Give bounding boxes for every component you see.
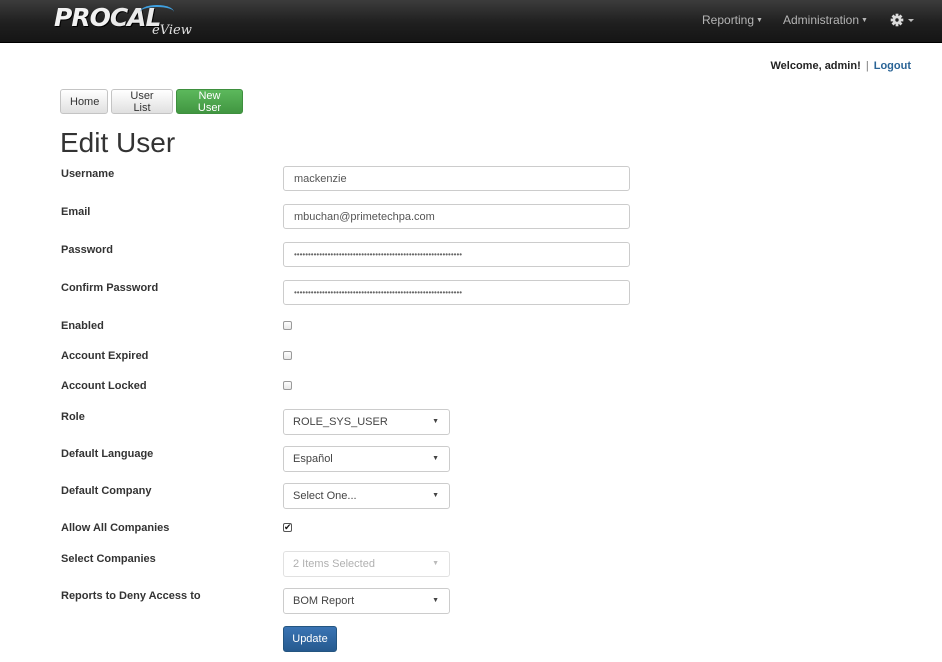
user-list-button[interactable]: User List <box>111 89 173 114</box>
email-label: Email <box>61 206 91 218</box>
nav-reporting-menu[interactable]: Reporting ▼ <box>702 13 763 27</box>
caret-down-icon: ▼ <box>861 17 868 24</box>
home-button[interactable]: Home <box>60 89 108 114</box>
gear-icon <box>890 13 914 27</box>
password-field[interactable] <box>283 242 630 267</box>
username-label: Username <box>61 168 115 180</box>
default-language-select-value: Español <box>293 453 333 465</box>
welcome-text: Welcome, admin! <box>770 60 861 72</box>
role-select[interactable]: ROLE_SYS_USER ▼ <box>283 409 450 435</box>
confirm-password-field[interactable] <box>283 280 630 305</box>
role-label: Role <box>61 411 85 423</box>
allow-all-companies-checkbox[interactable]: ✔ <box>283 522 292 532</box>
caret-down-icon: ▼ <box>432 418 439 425</box>
reports-deny-label: Reports to Deny Access to <box>61 590 201 602</box>
new-user-button[interactable]: New User <box>176 89 243 114</box>
nav-administration-label: Administration <box>783 13 860 27</box>
allow-all-companies-label: Allow All Companies <box>61 522 170 534</box>
caret-down-icon: ▼ <box>432 455 439 462</box>
account-locked-label: Account Locked <box>61 380 147 392</box>
welcome-separator: | <box>865 60 869 72</box>
check-icon: ✔ <box>284 522 292 532</box>
default-company-label: Default Company <box>61 485 152 497</box>
top-navbar: PROCAL eView Reporting ▼ Administration ▼ <box>0 0 942 43</box>
reports-deny-select[interactable]: BOM Report ▼ <box>283 588 450 614</box>
nav-administration-menu[interactable]: Administration ▼ <box>783 13 868 27</box>
select-companies-select-value: 2 Items Selected <box>293 558 375 570</box>
account-expired-label: Account Expired <box>61 350 149 362</box>
brand-logo-subtitle: eView <box>152 23 192 38</box>
confirm-password-label: Confirm Password <box>61 282 159 294</box>
brand-logo[interactable]: PROCAL eView <box>54 2 204 40</box>
brand-logo-arc <box>140 5 174 19</box>
update-button[interactable]: Update <box>283 626 337 652</box>
select-companies-select: 2 Items Selected ▼ <box>283 551 450 577</box>
select-companies-label: Select Companies <box>61 553 156 565</box>
email-field[interactable] <box>283 204 630 229</box>
enabled-checkbox[interactable] <box>283 321 292 330</box>
role-select-value: ROLE_SYS_USER <box>293 416 388 428</box>
welcome-bar: Welcome, admin! | Logout <box>770 60 911 72</box>
password-label: Password <box>61 244 113 256</box>
default-language-label: Default Language <box>61 448 154 460</box>
account-expired-checkbox[interactable] <box>283 351 292 360</box>
nav-reporting-label: Reporting <box>702 13 755 27</box>
caret-down-icon: ▼ <box>432 597 439 604</box>
account-locked-checkbox[interactable] <box>283 381 292 390</box>
default-language-select[interactable]: Español ▼ <box>283 446 450 472</box>
caret-down-icon: ▼ <box>432 560 439 567</box>
default-company-select-value: Select One... <box>293 490 357 502</box>
caret-down-icon: ▼ <box>432 492 439 499</box>
logout-link[interactable]: Logout <box>874 60 911 72</box>
settings-menu[interactable] <box>889 9 919 29</box>
default-company-select[interactable]: Select One... ▼ <box>283 483 450 509</box>
page-title: Edit User <box>60 127 176 158</box>
username-field[interactable] <box>283 166 630 191</box>
reports-deny-select-value: BOM Report <box>293 595 355 607</box>
enabled-label: Enabled <box>61 320 104 332</box>
caret-down-icon: ▼ <box>756 17 763 24</box>
